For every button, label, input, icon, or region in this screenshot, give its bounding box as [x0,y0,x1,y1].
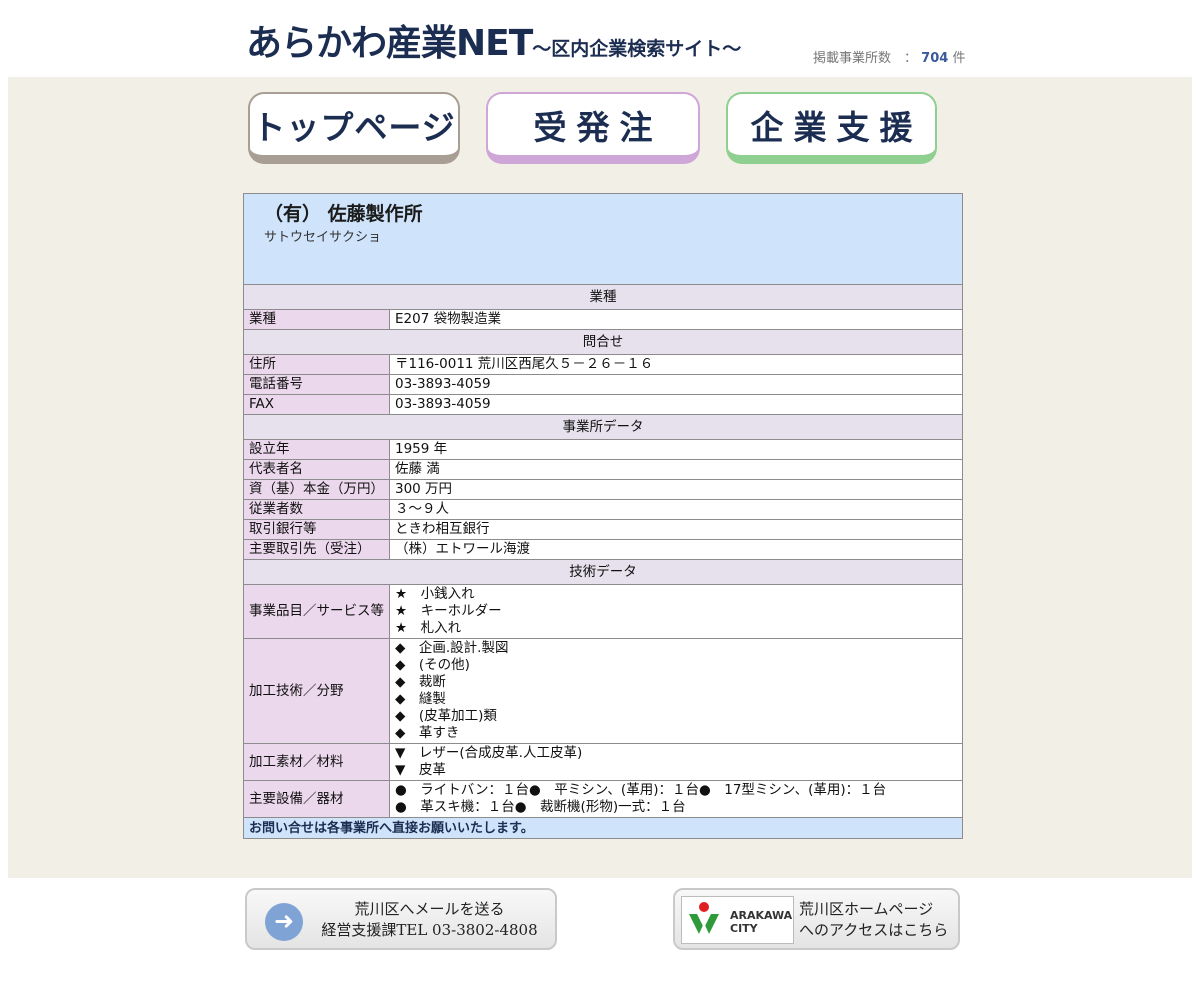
company-name: （有） 佐藤製作所 [264,203,423,225]
equipment-item: ● ライトバン：１台● 平ミシン、(革用)：１台● 17型ミシン、(革用)：１台 [395,782,887,798]
business-support-button[interactable]: 企業支援 [726,92,937,164]
equipment-value: ● ライトバン：１台● 平ミシン、(革用)：１台● 17型ミシン、(革用)：１台… [389,780,963,818]
equipment-item: ● 革スキ機：１台● 裁断機(形物)一式：１台 [395,799,686,815]
company-header: （有） 佐藤製作所 サトウセイサクショ [243,193,963,285]
send-mail-button[interactable]: ➜ 荒川区へメールを送る 経営支援課TEL 03-3802-4808 [245,888,557,950]
representative-label: 代表者名 [243,459,390,480]
city-homepage-line1: 荒川区ホームページ [799,900,934,918]
send-mail-line2: 経営支援課TEL 03-3802-4808 [321,921,538,939]
founded-value: 1959 年 [389,439,963,460]
equipment-label: 主要設備／器材 [243,780,390,818]
arakawa-city-wordmark: ARAKAWA CITY [730,909,792,935]
products-value: ★ 小銭入れ ★ キーホルダー ★ 札入れ [389,584,963,639]
arakawa-city-mark-icon [689,902,719,936]
top-page-button[interactable]: トップページ [248,92,460,164]
products-label: 事業品目／サービス等 [243,584,390,639]
capital-label: 資（基）本金（万円） [243,479,390,500]
fax-value: 03-3893-4059 [389,394,963,415]
address-label: 住所 [243,354,390,375]
industry-label: 業種 [243,309,390,330]
processing-item: ◆ 縫製 [395,691,446,707]
company-detail-table: （有） 佐藤製作所 サトウセイサクショ 業種 業種 E207 袋物製造業 問合せ… [243,193,963,839]
arakawa-city-logo: ARAKAWA CITY [681,896,794,944]
listing-count-value: 704 [921,51,949,66]
fax-label: FAX [243,394,390,415]
company-kana: サトウセイサクショ [264,230,382,245]
main-client-value: （株）エトワール海渡 [389,539,963,560]
processing-item: ◆ (皮革加工)類 [395,708,497,724]
arakawa-city-homepage-button[interactable]: ARAKAWA CITY 荒川区ホームページ へのアクセスはこちら [673,888,960,950]
material-item: ▼ 皮革 [395,762,446,778]
material-item: ▼ レザー(合成皮革.人工皮革) [395,745,583,761]
processing-label: 加工技術／分野 [243,638,390,744]
arrow-right-icon: ➜ [265,903,303,941]
representative-value: 佐藤 満 [389,459,963,480]
listing-count-label: 掲載事業所数 ： [813,51,918,66]
capital-value: 300 万円 [389,479,963,500]
materials-label: 加工素材／材料 [243,743,390,781]
main-client-label: 主要取引先（受注） [243,539,390,560]
product-item: ★ キーホルダー [395,603,502,619]
processing-item: ◆ 企画.設計.製図 [395,640,509,656]
address-value: 〒116-0011 荒川区西尾久５－２６－１６ [389,354,963,375]
employees-value: ３～９人 [389,499,963,520]
orders-button[interactable]: 受発注 [486,92,700,164]
industry-value: E207 袋物製造業 [389,309,963,330]
contact-note: お問い合せは各事業所へ直接お願いいたします。 [243,817,963,839]
site-title[interactable]: あらかわ産業NET～区内企業検索サイト～ [246,22,741,71]
processing-item: ◆ 裁断 [395,674,446,690]
section-tech-data: 技術データ [243,559,963,585]
founded-label: 設立年 [243,439,390,460]
section-industry: 業種 [243,284,963,310]
phone-label: 電話番号 [243,374,390,395]
processing-item: ◆ (その他) [395,657,470,673]
logo-text-arakawa: ARAKAWA [730,909,793,922]
phone-value: 03-3893-4059 [389,374,963,395]
logo-text-city: CITY [730,922,758,935]
listing-count-unit: 件 [952,51,966,66]
processing-value: ◆ 企画.設計.製図 ◆ (その他) ◆ 裁断 ◆ 縫製 ◆ (皮革加工)類 ◆… [389,638,963,744]
city-homepage-text: 荒川区ホームページ へのアクセスはこちら [799,899,959,941]
employees-label: 従業者数 [243,499,390,520]
materials-value: ▼ レザー(合成皮革.人工皮革) ▼ 皮革 [389,743,963,781]
send-mail-text: 荒川区へメールを送る 経営支援課TEL 03-3802-4808 [317,899,542,941]
bank-label: 取引銀行等 [243,519,390,540]
section-office-data: 事業所データ [243,414,963,440]
bank-value: ときわ相互銀行 [389,519,963,540]
listing-count: 掲載事業所数 ： 704 件 [813,47,965,66]
site-title-subtitle: ～区内企業検索サイト～ [532,38,742,60]
city-homepage-line2: へのアクセスはこちら [799,921,949,939]
product-item: ★ 小銭入れ [395,586,475,602]
product-item: ★ 札入れ [395,620,462,636]
send-mail-line1: 荒川区へメールを送る [354,900,505,918]
processing-item: ◆ 革すき [395,725,460,741]
section-contact: 問合せ [243,329,963,355]
site-title-main: あらかわ産業NET [246,23,533,64]
